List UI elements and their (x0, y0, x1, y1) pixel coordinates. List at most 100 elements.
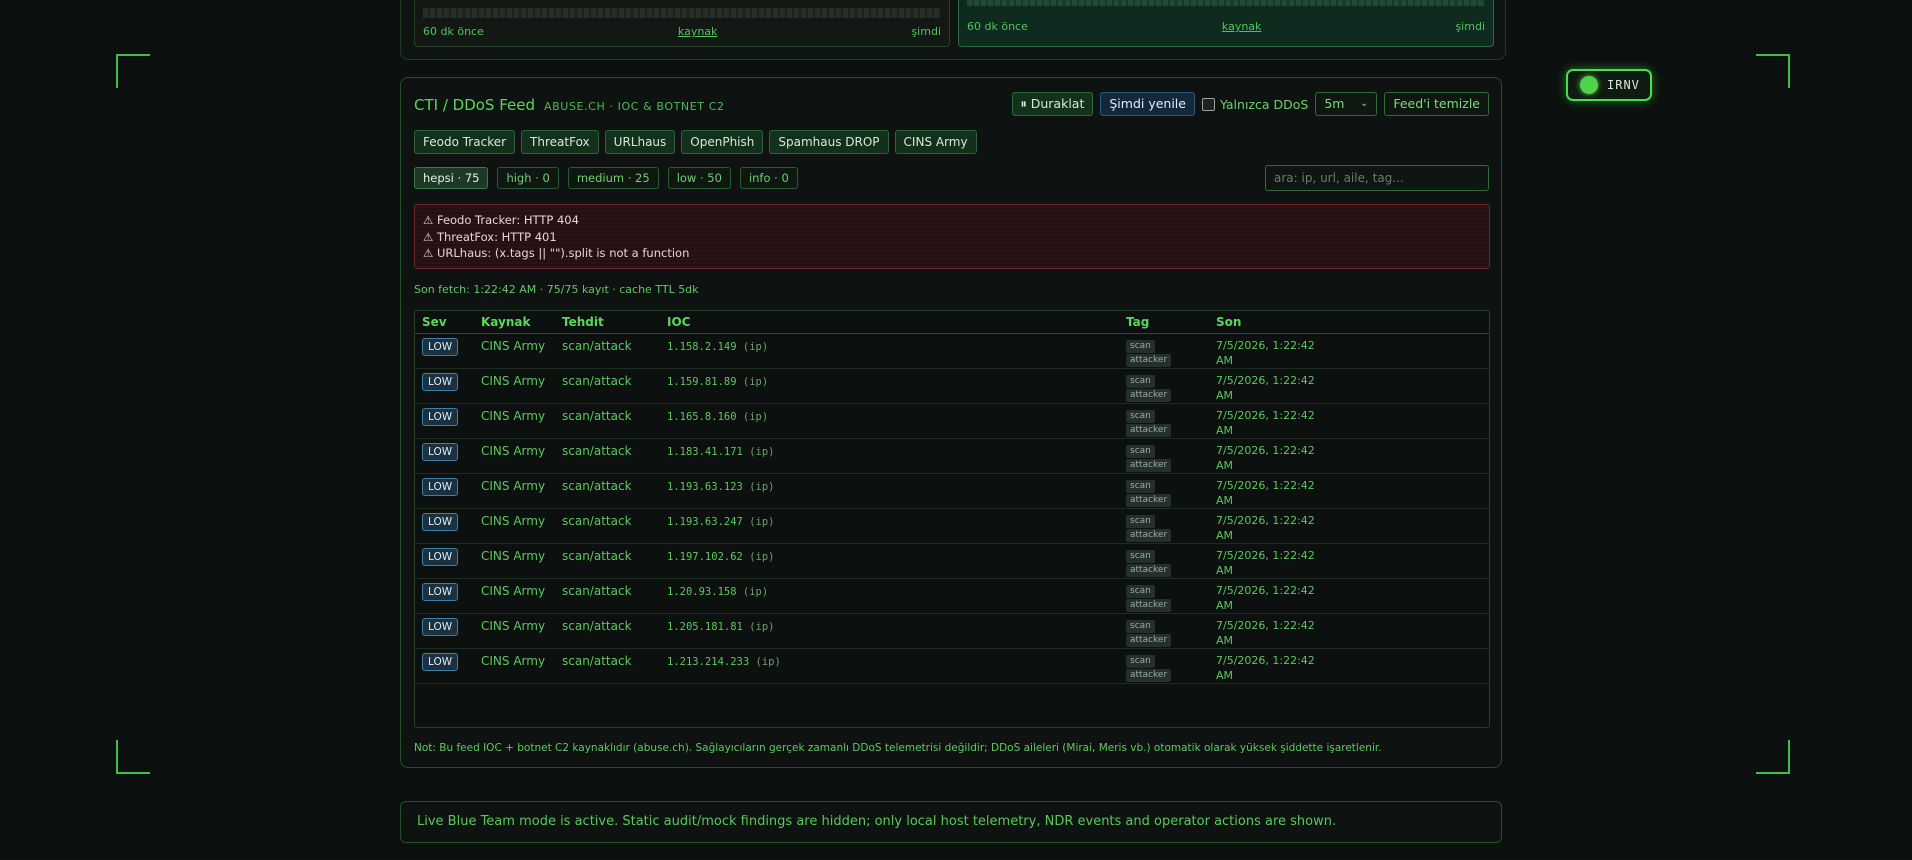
col-header-tag[interactable]: Tag (1119, 311, 1209, 334)
refresh-interval-value: 5m (1324, 96, 1345, 111)
blue-team-status-bar: Live Blue Team mode is active. Static au… (400, 801, 1502, 843)
source-spamhaus-drop[interactable]: Spamhaus DROP (769, 130, 889, 154)
ioc-value[interactable]: 1.20.93.158 (667, 586, 737, 598)
last-seen-date: 7/5/2026, 1:22:42 (1216, 514, 1315, 527)
table-row[interactable]: LOW CINS Army scan/attack 1.197.102.62 (ip)… (415, 543, 1489, 579)
source-link[interactable]: kaynak (1222, 20, 1262, 33)
col-header-source[interactable]: Kaynak (474, 311, 555, 334)
ioc-value[interactable]: 1.205.181.81 (667, 621, 743, 633)
source-openphish[interactable]: OpenPhish (681, 130, 764, 154)
cell-source: CINS Army (474, 648, 555, 684)
table-row[interactable]: LOW CINS Army scan/attack 1.183.41.171 (ip)… (415, 438, 1489, 474)
cell-threat: scan/attack (555, 333, 660, 369)
table-row[interactable]: LOW CINS Army scan/attack 1.193.63.123 (ip)… (415, 473, 1489, 509)
ioc-value[interactable]: 1.165.8.160 (667, 411, 737, 423)
source-feodo-tracker[interactable]: Feodo Tracker (414, 130, 516, 154)
tag-chip: attacker (1126, 494, 1172, 507)
filter-info[interactable]: info · 0 (739, 167, 798, 189)
ioc-value[interactable]: 1.193.63.247 (667, 516, 743, 528)
cell-tags: scanattacker (1119, 648, 1209, 684)
error-box: ⚠ Feodo Tracker: HTTP 404 ⚠ ThreatFox: H… (414, 204, 1490, 269)
tag-chip: attacker (1126, 529, 1172, 542)
cell-source: CINS Army (474, 403, 555, 439)
sparkline-end-label: şimdi (1455, 20, 1485, 33)
ioc-value[interactable]: 1.158.2.149 (667, 341, 737, 353)
pause-button[interactable]: ⏸ Duraklat (1011, 92, 1094, 116)
sparkline-card-left: 60 dk önce kaynak şimdi (414, 0, 950, 47)
sparkline-start-label: 60 dk önce (423, 25, 484, 38)
last-seen-ampm: AM (1216, 564, 1234, 577)
refresh-now-button[interactable]: Şimdi yenile (1100, 92, 1195, 116)
search-input[interactable] (1265, 165, 1489, 191)
table-row[interactable]: LOW CINS Army scan/attack 1.213.214.233 (ip… (415, 648, 1489, 684)
cell-threat: scan/attack (555, 438, 660, 474)
ioc-value[interactable]: 1.213.214.233 (667, 656, 749, 668)
sparkline (967, 0, 1485, 6)
cell-threat: scan/attack (555, 508, 660, 544)
cell-ioc: 1.213.214.233 (ip) (660, 648, 1119, 684)
cell-threat: scan/attack (555, 648, 660, 684)
irnv-toggle-label: IRNV (1607, 78, 1640, 92)
severity-badge: LOW (422, 478, 459, 496)
feed-note: Not: Bu feed IOC + botnet C2 kaynaklıdır… (414, 742, 1382, 754)
source-urlhaus[interactable]: URLhaus (604, 130, 676, 154)
col-header-last[interactable]: Son (1209, 311, 1489, 334)
cell-threat: scan/attack (555, 368, 660, 404)
error-line: ⚠ ThreatFox: HTTP 401 (423, 229, 557, 244)
cell-sev: LOW (415, 473, 474, 509)
filter-high[interactable]: high · 0 (497, 167, 559, 189)
cell-last-seen: 7/5/2026, 1:22:42 AM (1209, 438, 1489, 474)
ioc-value[interactable]: 1.193.63.123 (667, 481, 743, 493)
tag-chip: scan (1126, 480, 1155, 493)
cell-last-seen: 7/5/2026, 1:22:42 AM (1209, 578, 1489, 614)
checkbox-box[interactable] (1201, 97, 1215, 111)
cell-tags: scanattacker (1119, 473, 1209, 509)
last-seen-date: 7/5/2026, 1:22:42 (1216, 619, 1315, 632)
col-header-ioc[interactable]: IOC (660, 311, 1119, 334)
table-row[interactable]: LOW CINS Army scan/attack 1.165.8.160 (ip) s… (415, 403, 1489, 439)
ioc-table-container[interactable]: Sev Kaynak Tehdit IOC Tag Son LOW CINS Ar… (414, 310, 1490, 728)
severity-badge: LOW (422, 373, 459, 391)
refresh-interval-select[interactable]: 5m ⌄ (1315, 92, 1378, 116)
ioc-value[interactable]: 1.159.81.89 (667, 376, 737, 388)
status-dot-icon (1580, 76, 1598, 94)
source-threatfox[interactable]: ThreatFox (521, 130, 599, 154)
ioc-type: (ip) (749, 446, 775, 458)
source-cins-army[interactable]: CINS Army (894, 130, 977, 154)
last-seen-ampm: AM (1216, 494, 1234, 507)
tag-chip: attacker (1126, 389, 1172, 402)
fetch-status: Son fetch: 1:22:42 AM · 75/75 kayıt · ca… (414, 283, 699, 296)
cell-ioc: 1.193.63.247 (ip) (660, 508, 1119, 544)
source-buttons: Feodo Tracker ThreatFox URLhaus OpenPhis… (414, 130, 977, 154)
table-row[interactable]: LOW CINS Army scan/attack 1.158.2.149 (ip) s… (415, 333, 1489, 369)
top-cards-panel: 60 dk önce kaynak şimdi 60 dk önce kayna… (400, 0, 1506, 60)
table-row[interactable]: LOW CINS Army scan/attack 1.193.63.247 (ip)… (415, 508, 1489, 544)
ioc-type: (ip) (749, 621, 775, 633)
cell-last-seen: 7/5/2026, 1:22:42 AM (1209, 473, 1489, 509)
table-row[interactable]: LOW CINS Army scan/attack 1.159.81.89 (ip) s… (415, 368, 1489, 404)
ioc-type: (ip) (742, 341, 769, 353)
last-seen-date: 7/5/2026, 1:22:42 (1216, 444, 1315, 457)
table-body: LOW CINS Army scan/attack 1.158.2.149 (ip) s… (415, 333, 1489, 684)
ioc-value[interactable]: 1.197.102.62 (667, 551, 743, 563)
table-row[interactable]: LOW CINS Army scan/attack 1.20.93.158 (ip) s… (415, 578, 1489, 614)
clear-feed-button[interactable]: Feed'i temizle (1384, 92, 1489, 116)
filter-all[interactable]: hepsi · 75 (414, 167, 489, 189)
ioc-value[interactable]: 1.183.41.171 (667, 446, 743, 458)
col-header-threat[interactable]: Tehdit (555, 311, 660, 334)
col-header-sev[interactable]: Sev (415, 311, 474, 334)
filter-medium[interactable]: medium · 25 (567, 167, 659, 189)
cell-sev: LOW (415, 333, 474, 369)
severity-badge: LOW (422, 513, 459, 531)
tag-chip: attacker (1126, 634, 1172, 647)
sparkline (423, 8, 941, 18)
tag-chip: scan (1126, 375, 1155, 388)
irnv-toggle[interactable]: IRNV (1566, 69, 1652, 101)
filter-low[interactable]: low · 50 (667, 167, 731, 189)
cell-last-seen: 7/5/2026, 1:22:42 AM (1209, 333, 1489, 369)
cell-threat: scan/attack (555, 578, 660, 614)
ioc-type: (ip) (749, 551, 775, 563)
source-link[interactable]: kaynak (678, 25, 718, 38)
ddos-only-checkbox[interactable]: Yalnızca DDoS (1201, 97, 1308, 112)
table-row[interactable]: LOW CINS Army scan/attack 1.205.181.81 (ip)… (415, 613, 1489, 649)
